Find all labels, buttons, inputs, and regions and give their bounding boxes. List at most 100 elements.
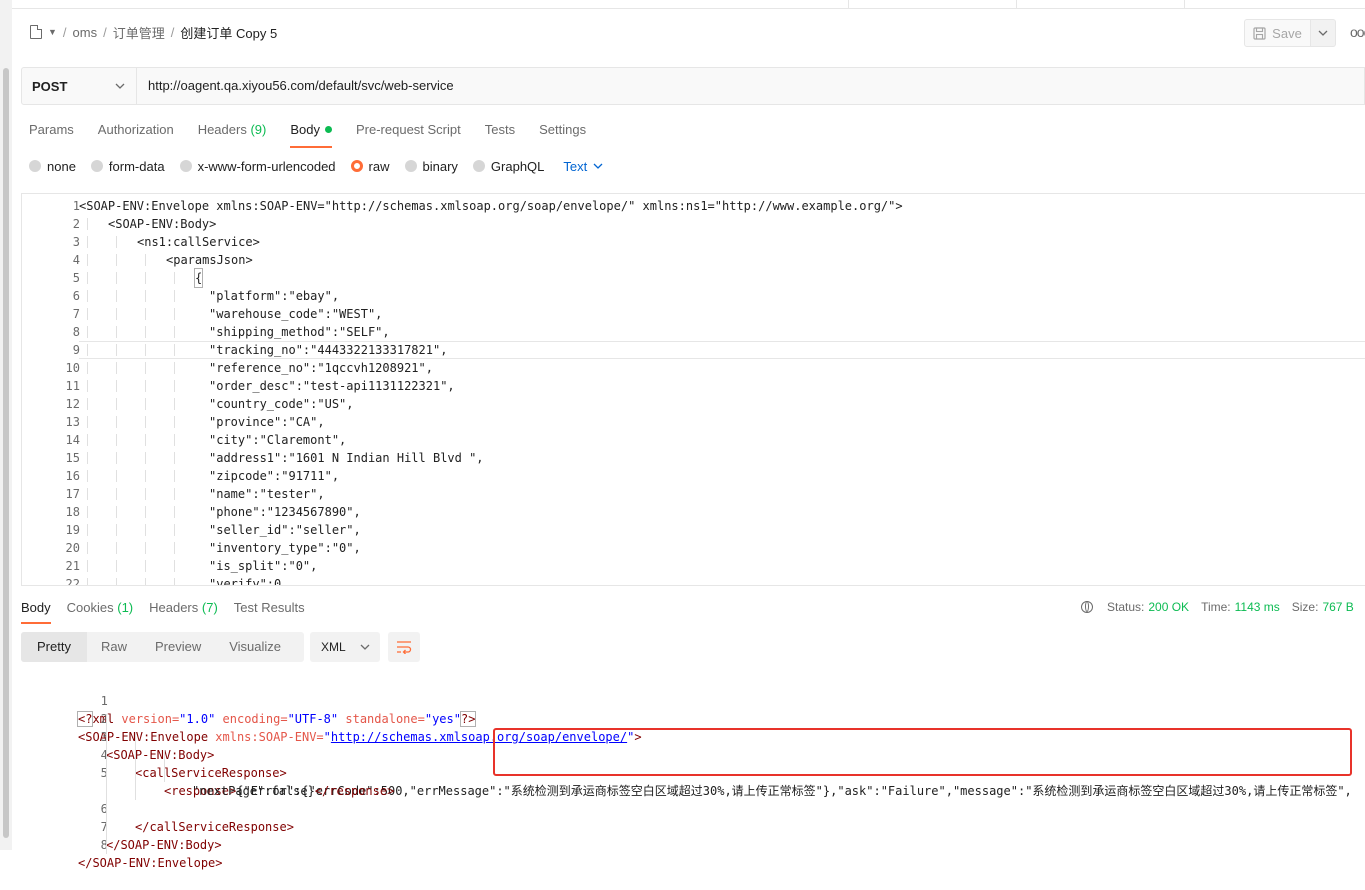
code-text: "city":"Claremont", bbox=[209, 433, 347, 447]
body-mode-none[interactable]: none bbox=[29, 159, 76, 174]
tab-params[interactable]: Params bbox=[29, 120, 74, 148]
xml-tag: </response> bbox=[314, 784, 395, 798]
indent-guide bbox=[87, 308, 88, 320]
request-body-editor[interactable]: 1 <SOAP-ENV:Envelope xmlns:SOAP-ENV="http… bbox=[21, 193, 1365, 586]
indent-guide bbox=[87, 560, 88, 572]
indent-guide bbox=[116, 272, 117, 284]
tab-count: (7) bbox=[201, 600, 218, 615]
response-tab-headers[interactable]: Headers (7) bbox=[149, 598, 218, 624]
save-dropdown-button[interactable] bbox=[1311, 19, 1336, 47]
indent-guide bbox=[174, 344, 175, 356]
response-json-text: "nextPage":false} bbox=[192, 784, 315, 798]
response-line: 7 </SOAP-ENV:Body> bbox=[21, 800, 222, 852]
line-number: 8 bbox=[100, 838, 108, 852]
size-value[interactable]: 767 B bbox=[1322, 600, 1353, 614]
view-visualize[interactable]: Visualize bbox=[215, 632, 295, 662]
mode-label: binary bbox=[422, 158, 458, 174]
view-pretty[interactable]: Pretty bbox=[21, 632, 87, 662]
indent-guide bbox=[87, 524, 88, 536]
indent-guide bbox=[116, 560, 117, 572]
indent-guide bbox=[116, 452, 117, 464]
radio-icon[interactable] bbox=[179, 160, 192, 172]
status-value[interactable]: 200 OK bbox=[1148, 600, 1189, 614]
radio-icon[interactable] bbox=[90, 160, 103, 172]
indent-guide bbox=[145, 344, 146, 356]
caret-down-icon[interactable]: ▼ bbox=[48, 27, 57, 37]
body-mode-form-data[interactable]: form-data bbox=[90, 159, 165, 174]
xml-attr: standalone= bbox=[345, 712, 425, 726]
view-raw[interactable]: Raw bbox=[87, 632, 141, 662]
tab-headers[interactable]: Headers (9) bbox=[198, 120, 267, 148]
body-mode-urlencoded[interactable]: x-www-form-urlencoded bbox=[179, 159, 336, 174]
line-number: 17 bbox=[65, 487, 80, 501]
line-number: 18 bbox=[65, 505, 80, 519]
tab-label: Pre-request Script bbox=[355, 122, 461, 137]
code-text: "province":"CA", bbox=[209, 415, 325, 429]
request-name[interactable]: 创建订单 Copy 5 bbox=[180, 23, 277, 42]
breadcrumb-separator: / bbox=[103, 24, 107, 40]
response-format-select[interactable]: XML bbox=[310, 632, 380, 662]
wrap-lines-button[interactable] bbox=[388, 632, 420, 662]
tab-tests[interactable]: Tests bbox=[485, 120, 515, 148]
tab-label: Settings bbox=[539, 122, 587, 137]
code-text: "phone":"1234567890", bbox=[209, 505, 361, 519]
radio-icon[interactable] bbox=[404, 160, 417, 172]
radio-icon[interactable] bbox=[472, 160, 485, 172]
indent-guide bbox=[145, 398, 146, 410]
xml-attr-value: "yes" bbox=[424, 712, 461, 726]
tab-strip-divider bbox=[12, 8, 1365, 9]
method-select[interactable]: POST bbox=[21, 67, 137, 105]
indent-guide bbox=[87, 254, 88, 266]
view-preview[interactable]: Preview bbox=[141, 632, 215, 662]
response-tab-cookies[interactable]: Cookies (1) bbox=[67, 598, 133, 624]
url-input[interactable]: http://oagent.qa.xiyou56.com/default/svc… bbox=[148, 78, 454, 93]
tab-pre-request-script[interactable]: Pre-request Script bbox=[356, 120, 461, 148]
code-text: "name":"tester", bbox=[209, 487, 325, 501]
indent-guide bbox=[174, 470, 175, 482]
line-content: "nextPage":false}</response> bbox=[192, 782, 394, 800]
body-mode-selector: none form-data x-www-form-urlencoded raw… bbox=[29, 157, 603, 175]
response-tab-body[interactable]: Body bbox=[21, 598, 51, 624]
body-mode-graphql[interactable]: GraphQL bbox=[472, 159, 544, 174]
line-number: 13 bbox=[65, 415, 80, 429]
body-mode-raw[interactable]: raw bbox=[350, 159, 390, 174]
indent-guide bbox=[145, 416, 146, 428]
tab-body[interactable]: Body bbox=[290, 120, 332, 148]
line-number: 10 bbox=[65, 361, 80, 375]
more-options-icon[interactable]: ooo bbox=[1350, 24, 1365, 40]
code-text: <paramsJson> bbox=[166, 253, 253, 267]
breadcrumb-item-oms[interactable]: oms bbox=[73, 25, 98, 40]
tab-settings[interactable]: Settings bbox=[539, 120, 586, 148]
radio-icon[interactable] bbox=[29, 160, 41, 172]
body-mode-binary[interactable]: binary bbox=[404, 158, 458, 174]
time-value[interactable]: 1143 ms bbox=[1235, 600, 1280, 614]
indent-guide bbox=[145, 308, 146, 320]
line-number: 7 bbox=[72, 307, 80, 321]
left-scrollbar-thumb[interactable] bbox=[3, 68, 9, 838]
line-number: 20 bbox=[65, 541, 80, 555]
code-text: { bbox=[193, 268, 204, 288]
code-text: "warehouse_code":"WEST", bbox=[209, 307, 383, 321]
tab-authorization[interactable]: Authorization bbox=[98, 120, 174, 148]
tab-label: Params bbox=[29, 122, 74, 137]
indent-guide bbox=[116, 290, 117, 302]
line-number: 11 bbox=[65, 379, 80, 393]
indent-guide bbox=[87, 344, 88, 356]
indent-guide bbox=[87, 236, 88, 248]
indent-guide bbox=[116, 236, 117, 248]
body-format-select[interactable]: Text bbox=[563, 159, 603, 174]
indent-guide bbox=[87, 434, 88, 446]
breadcrumb-item-order-management[interactable]: 订单管理 bbox=[113, 23, 165, 42]
response-tab-test-results[interactable]: Test Results bbox=[234, 598, 305, 624]
save-button[interactable]: Save bbox=[1244, 19, 1311, 47]
globe-icon[interactable] bbox=[1081, 601, 1093, 613]
indent-guide bbox=[145, 380, 146, 392]
line-number: 9 bbox=[72, 343, 80, 357]
line-number: 4 bbox=[100, 748, 108, 762]
format-label: XML bbox=[321, 640, 346, 654]
error-highlight-annotation bbox=[493, 728, 1352, 776]
indent-guide bbox=[174, 290, 175, 302]
tab-label: Cookies bbox=[66, 600, 114, 615]
radio-selected-icon[interactable] bbox=[350, 160, 363, 172]
tab-strip-separator bbox=[848, 0, 849, 8]
